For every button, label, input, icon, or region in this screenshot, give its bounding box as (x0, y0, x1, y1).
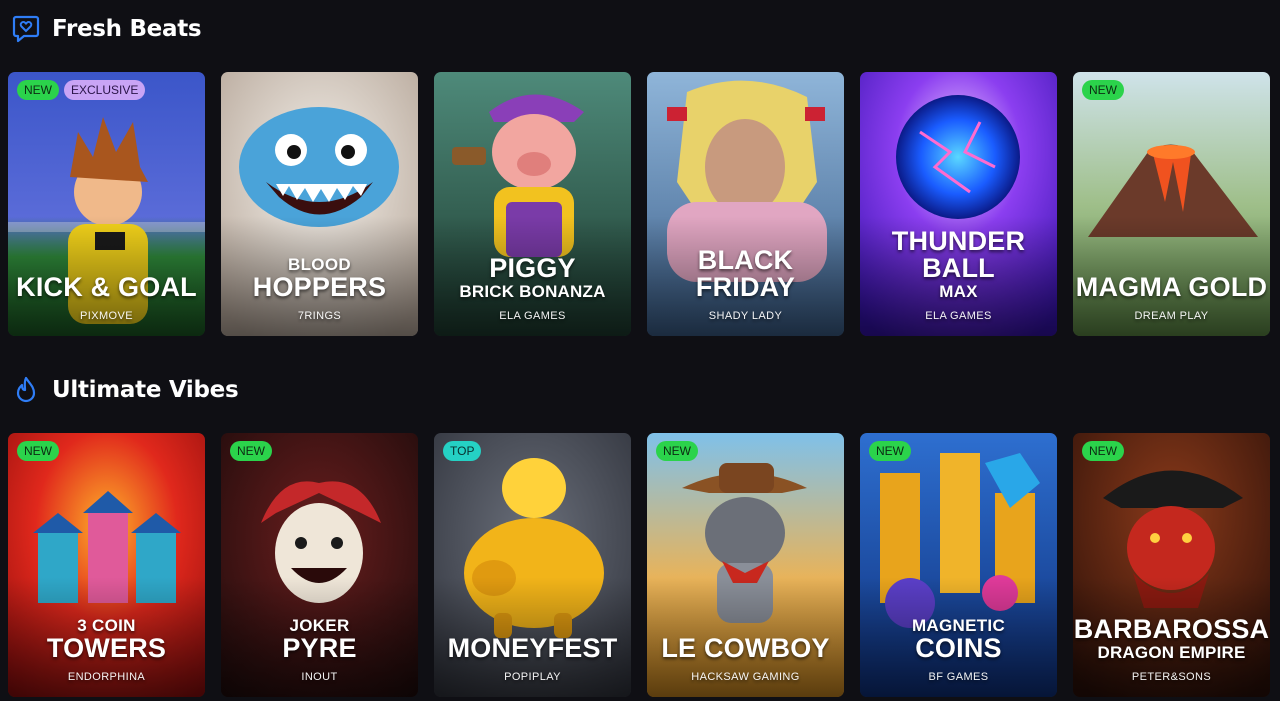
game-provider: ELA GAMES (925, 310, 992, 322)
game-title-block: BARBAROSSA DRAGON EMPIRE PETER&SONS (1073, 614, 1270, 684)
game-provider: DREAM PLAY (1134, 310, 1209, 322)
badge-new: NEW (869, 441, 911, 461)
game-title: HOPPERS (252, 272, 387, 302)
game-card-barbarossa-dragon-empire[interactable]: NEW BARBAROSSA DRAGON EMPIRE PETER&SONS (1073, 433, 1270, 697)
badge-group: NEW (230, 441, 272, 461)
game-title-block: KICK & GOAL PIXMOVE (8, 272, 205, 323)
game-card-moneyfest[interactable]: TOP MONEYFEST POPIPLAY (434, 433, 631, 697)
badge-new: NEW (1082, 441, 1124, 461)
game-provider: HACKSAW GAMING (691, 671, 800, 683)
game-title-block: BLACK FRIDAY SHADY LADY (647, 245, 844, 323)
game-card-le-cowboy[interactable]: NEW LE COWBOY HACKSAW GAMING (647, 433, 844, 697)
game-provider: POPIPLAY (504, 671, 561, 683)
game-row-fresh-beats: NEW EXCLUSIVE KICK & GOAL PIXMOVE BLOOD (8, 72, 1270, 336)
game-subtitle: DRAGON EMPIRE (1097, 643, 1246, 662)
game-provider: ENDORPHINA (67, 671, 146, 683)
game-title: MAGMA GOLD (1075, 272, 1268, 302)
game-title: COINS (915, 633, 1002, 663)
game-title-block: MONEYFEST POPIPLAY (434, 633, 631, 684)
badge-group: NEW (1082, 441, 1124, 461)
game-title-block: MAGMA GOLD DREAM PLAY (1073, 272, 1270, 323)
game-card-joker-pyre[interactable]: NEW JOKER PYRE INOUT (221, 433, 418, 697)
game-provider: SHADY LADY (708, 310, 783, 322)
badge-new: NEW (656, 441, 698, 461)
heart-chat-icon (12, 14, 40, 44)
badge-new: NEW (1082, 80, 1124, 100)
game-provider: PETER&SONS (1131, 671, 1212, 683)
game-card-kick-goal[interactable]: NEW EXCLUSIVE KICK & GOAL PIXMOVE (8, 72, 205, 336)
game-title: LE COWBOY (661, 633, 830, 663)
game-card-blood-hoppers[interactable]: BLOOD HOPPERS 7RINGS (221, 72, 418, 336)
game-card-3-coin-towers[interactable]: NEW 3 COIN TOWERS ENDORPHINA (8, 433, 205, 697)
badge-new: NEW (17, 441, 59, 461)
game-title: BLACK FRIDAY (695, 245, 796, 302)
game-card-thunder-ball-max[interactable]: THUNDER BALL MAX ELA GAMES (860, 72, 1057, 336)
badge-group: NEW (869, 441, 911, 461)
badge-new: NEW (17, 80, 59, 100)
flame-icon (12, 375, 40, 405)
game-subtitle: BRICK BONANZA (459, 282, 606, 301)
game-provider: INOUT (301, 671, 338, 683)
game-title-block: MAGNETIC COINS BF GAMES (860, 617, 1057, 684)
game-card-magma-gold[interactable]: NEW MAGMA GOLD DREAM PLAY (1073, 72, 1270, 336)
game-title-block: THUNDER BALL MAX ELA GAMES (860, 226, 1057, 323)
section-header-fresh-beats: Fresh Beats (12, 14, 202, 44)
game-title: PYRE (282, 633, 357, 663)
game-provider: BF GAMES (928, 671, 989, 683)
badge-group: NEW EXCLUSIVE (17, 80, 146, 100)
game-title-block: 3 COIN TOWERS ENDORPHINA (8, 617, 205, 684)
game-title: BARBAROSSA (1073, 614, 1270, 644)
game-row-ultimate-vibes: NEW 3 COIN TOWERS ENDORPHINA NEW JOKER P… (8, 433, 1270, 697)
game-title-block: PIGGY BRICK BONANZA ELA GAMES (434, 253, 631, 323)
badge-top: TOP (443, 441, 482, 461)
game-provider: PIXMOVE (80, 310, 133, 322)
game-title-block: BLOOD HOPPERS 7RINGS (221, 256, 418, 323)
badge-group: NEW (17, 441, 59, 461)
game-provider: ELA GAMES (499, 310, 566, 322)
badge-exclusive: EXCLUSIVE (64, 80, 146, 100)
badge-group: NEW (656, 441, 698, 461)
game-subtitle: MAX (939, 282, 978, 301)
badge-new: NEW (230, 441, 272, 461)
badge-group: TOP (443, 441, 482, 461)
game-provider: 7RINGS (297, 310, 342, 322)
badge-group: NEW (1082, 80, 1124, 100)
game-title: MONEYFEST (447, 633, 618, 663)
section-title: Fresh Beats (52, 16, 202, 42)
game-card-magnetic-coins[interactable]: NEW MAGNETIC COINS BF GAMES (860, 433, 1057, 697)
section-header-ultimate-vibes: Ultimate Vibes (12, 375, 239, 405)
section-title: Ultimate Vibes (52, 377, 239, 403)
game-title: KICK & GOAL (16, 272, 197, 302)
game-title-block: JOKER PYRE INOUT (221, 617, 418, 684)
game-title: THUNDER BALL (891, 226, 1026, 283)
game-card-black-friday[interactable]: BLACK FRIDAY SHADY LADY (647, 72, 844, 336)
game-card-piggy-brick-bonanza[interactable]: PIGGY BRICK BONANZA ELA GAMES (434, 72, 631, 336)
game-title: PIGGY (489, 253, 576, 283)
game-title-block: LE COWBOY HACKSAW GAMING (647, 633, 844, 684)
game-title: TOWERS (46, 633, 167, 663)
